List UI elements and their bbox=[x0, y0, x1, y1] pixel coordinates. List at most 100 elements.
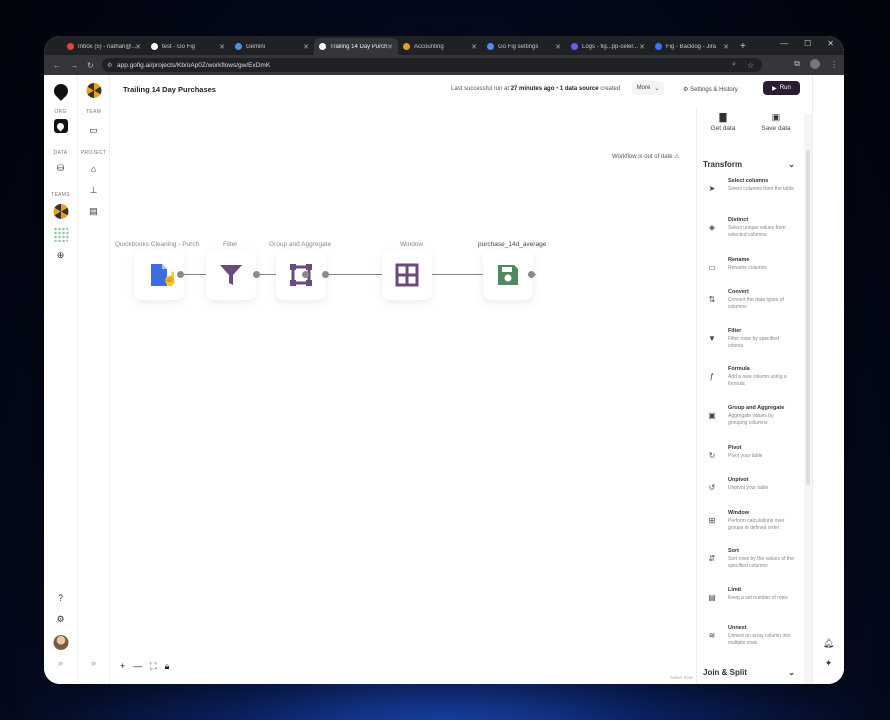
user-avatar[interactable] bbox=[53, 635, 68, 650]
transform-item-group-aggregate[interactable]: ▣ Group and Aggregate Aggregate values b… bbox=[701, 405, 797, 439]
team-icon[interactable] bbox=[53, 204, 68, 219]
canvas-controls: + — ⛶ 🔒︎ bbox=[120, 661, 169, 672]
close-tab-icon[interactable]: ✕ bbox=[387, 43, 393, 51]
site-info-icon[interactable]: ⚙ bbox=[107, 62, 112, 69]
hierarchy-icon[interactable]: ⊥ bbox=[90, 185, 98, 196]
minimize-icon[interactable]: — bbox=[780, 39, 788, 48]
item-desc: Unpivot your table bbox=[728, 485, 769, 491]
browser-tab-active[interactable]: Trailing 14 Day Purch... ✕ bbox=[314, 38, 398, 55]
browser-tab[interactable]: Logs - fig...pp-celer... ✕ bbox=[566, 38, 650, 55]
forward-icon[interactable]: → bbox=[70, 61, 78, 70]
back-icon[interactable]: ← bbox=[53, 61, 61, 70]
connector-handle[interactable] bbox=[322, 271, 329, 278]
settings-gear-icon[interactable]: ⚙ bbox=[56, 614, 64, 625]
tab-bar: Inbox (5) - nathan@... ✕ test - Go Fig ✕… bbox=[44, 36, 844, 55]
settings-history-button[interactable]: ⚙ Settings & History bbox=[683, 86, 738, 93]
browser-tab[interactable]: Accounting ✕ bbox=[398, 38, 482, 55]
run-button[interactable]: ▶ Run bbox=[763, 81, 800, 95]
transform-item-pivot[interactable]: ↻ Pivot Pivot your table bbox=[701, 445, 797, 479]
url-field[interactable]: ⚙ app.gofig.ai/projects/Kb/oAp0Z/workflo… bbox=[102, 58, 762, 72]
zoom-out-icon[interactable]: — bbox=[133, 661, 142, 672]
item-desc: Convert the data types of columns bbox=[728, 297, 784, 310]
browser-menu-icon[interactable]: ⋮ bbox=[830, 60, 838, 69]
transform-item-limit[interactable]: ▤ Limit Keep a set number of rows bbox=[701, 587, 797, 621]
browser-tab[interactable]: Gemini ✕ bbox=[230, 38, 314, 55]
workflow-canvas[interactable]: Quickbooks Cleaning - Purch Filter Group… bbox=[110, 102, 684, 684]
close-tab-icon[interactable]: ✕ bbox=[219, 43, 225, 51]
fit-view-icon[interactable]: ⛶ bbox=[150, 661, 156, 672]
team-icon-alt[interactable] bbox=[53, 227, 68, 242]
reload-icon[interactable]: ↻ bbox=[87, 61, 94, 70]
browser-tab[interactable]: test - Go Fig ✕ bbox=[146, 38, 230, 55]
add-team-icon[interactable]: ⊕ bbox=[57, 250, 65, 261]
new-tab-icon[interactable]: + bbox=[740, 41, 746, 52]
get-data-button[interactable]: ▇ Get data bbox=[703, 113, 743, 133]
save-data-button[interactable]: ▣ Save data bbox=[756, 113, 796, 133]
item-desc: Aggregate values by grouping columns bbox=[728, 413, 774, 426]
connector-handle[interactable] bbox=[302, 271, 309, 278]
item-desc: Add a new column using a formula bbox=[728, 374, 787, 387]
help-icon[interactable]: ? bbox=[58, 593, 63, 603]
transform-item-distinct[interactable]: ◈ Distinct Select unique values from sel… bbox=[701, 217, 797, 251]
browser-tab[interactable]: Go Fig settings ✕ bbox=[482, 38, 566, 55]
org-icon[interactable] bbox=[53, 119, 68, 133]
transform-section-header[interactable]: Transform ⌄ bbox=[703, 160, 795, 169]
window-icon bbox=[395, 263, 419, 287]
transform-title: Transform bbox=[703, 160, 743, 169]
notification-bell-icon[interactable]: 🔔︎ bbox=[823, 638, 834, 649]
zoom-in-icon[interactable]: + bbox=[120, 661, 125, 672]
expand-rail-icon[interactable]: » bbox=[58, 658, 63, 668]
sparkle-icon[interactable]: ✦ bbox=[825, 658, 833, 669]
extensions-icon[interactable]: ⧉ bbox=[794, 59, 800, 69]
close-tab-icon[interactable]: ✕ bbox=[723, 43, 729, 51]
expand-sidebar-icon[interactable]: » bbox=[91, 658, 96, 668]
last-run-suffix: created bbox=[600, 86, 621, 92]
bookmark-star-icon[interactable]: ☆ bbox=[747, 61, 754, 70]
maximize-icon[interactable]: ☐ bbox=[804, 39, 811, 48]
lock-icon[interactable]: 🔒︎ bbox=[165, 661, 170, 672]
data-source-count: 1 data source bbox=[559, 86, 599, 92]
panel-scroll-thumb[interactable] bbox=[806, 150, 810, 485]
close-tab-icon[interactable]: ✕ bbox=[555, 43, 561, 51]
transform-item-sort[interactable]: ⇵ Sort Sort rows by the values of the sp… bbox=[701, 548, 797, 582]
connector-handle[interactable] bbox=[528, 271, 535, 278]
connector-handle[interactable] bbox=[253, 271, 260, 278]
close-tab-icon[interactable]: ✕ bbox=[471, 43, 477, 51]
unnest-icon: ≋ bbox=[708, 631, 716, 640]
limit-icon: ▤ bbox=[708, 593, 716, 602]
convert-icon: ⇅ bbox=[708, 295, 716, 304]
close-tab-icon[interactable]: ✕ bbox=[639, 43, 645, 51]
more-button[interactable]: More ⌄ bbox=[632, 81, 664, 95]
transform-item-unnest[interactable]: ≋ Unnest Unnest an array column into mul… bbox=[701, 625, 797, 659]
transform-item-select-columns[interactable]: ➤ Select columns Select columns from the… bbox=[701, 178, 797, 212]
transform-item-convert[interactable]: ⇅ Convert Convert the data types of colu… bbox=[701, 289, 797, 323]
browser-tab[interactable]: Fig - Backlog - Jira ✕ bbox=[650, 38, 734, 55]
close-tab-icon[interactable]: ✕ bbox=[135, 43, 141, 51]
transform-item-window[interactable]: ⊞ Window Perform calculations over group… bbox=[701, 510, 797, 544]
team-logo-icon[interactable] bbox=[86, 83, 101, 98]
close-tab-icon[interactable]: ✕ bbox=[303, 43, 309, 51]
database-icon[interactable]: ⛁ bbox=[57, 163, 65, 174]
item-name: Group and Aggregate bbox=[728, 405, 785, 411]
gear-icon: ⚙ bbox=[683, 87, 689, 93]
output-node[interactable] bbox=[483, 250, 533, 300]
gofig-logo-icon[interactable] bbox=[50, 81, 71, 101]
transform-item-rename[interactable]: ▭ Rename Rename columns bbox=[701, 257, 797, 291]
transform-item-unpivot[interactable]: ↺ Unpivot Unpivot your table bbox=[701, 477, 797, 511]
zoom-icon[interactable]: ⌕ bbox=[732, 61, 736, 69]
join-split-section-header[interactable]: Join & Split ⌄ bbox=[703, 668, 795, 677]
sort-icon: ⇵ bbox=[708, 554, 716, 563]
group-aggregate-node[interactable] bbox=[276, 250, 326, 300]
window-node[interactable] bbox=[382, 250, 432, 300]
home-icon[interactable]: ⌂ bbox=[91, 164, 96, 174]
group-aggregate-icon bbox=[290, 264, 312, 286]
profile-avatar[interactable] bbox=[810, 59, 820, 69]
transform-item-formula[interactable]: ƒ Formula Add a new column using a formu… bbox=[701, 366, 797, 400]
filter-node[interactable] bbox=[206, 250, 256, 300]
browser-tab[interactable]: Inbox (5) - nathan@... ✕ bbox=[62, 38, 146, 55]
transform-item-filter[interactable]: ▼ Filter Filter rows by specified criter… bbox=[701, 328, 797, 362]
transform-panel: ▇ Get data ▣ Save data Transform ⌄ ➤ Sel… bbox=[696, 108, 804, 684]
layout-icon[interactable]: ▤ bbox=[89, 206, 98, 217]
folder-icon[interactable]: ▭ bbox=[89, 125, 98, 136]
close-window-icon[interactable]: ✕ bbox=[827, 39, 834, 48]
